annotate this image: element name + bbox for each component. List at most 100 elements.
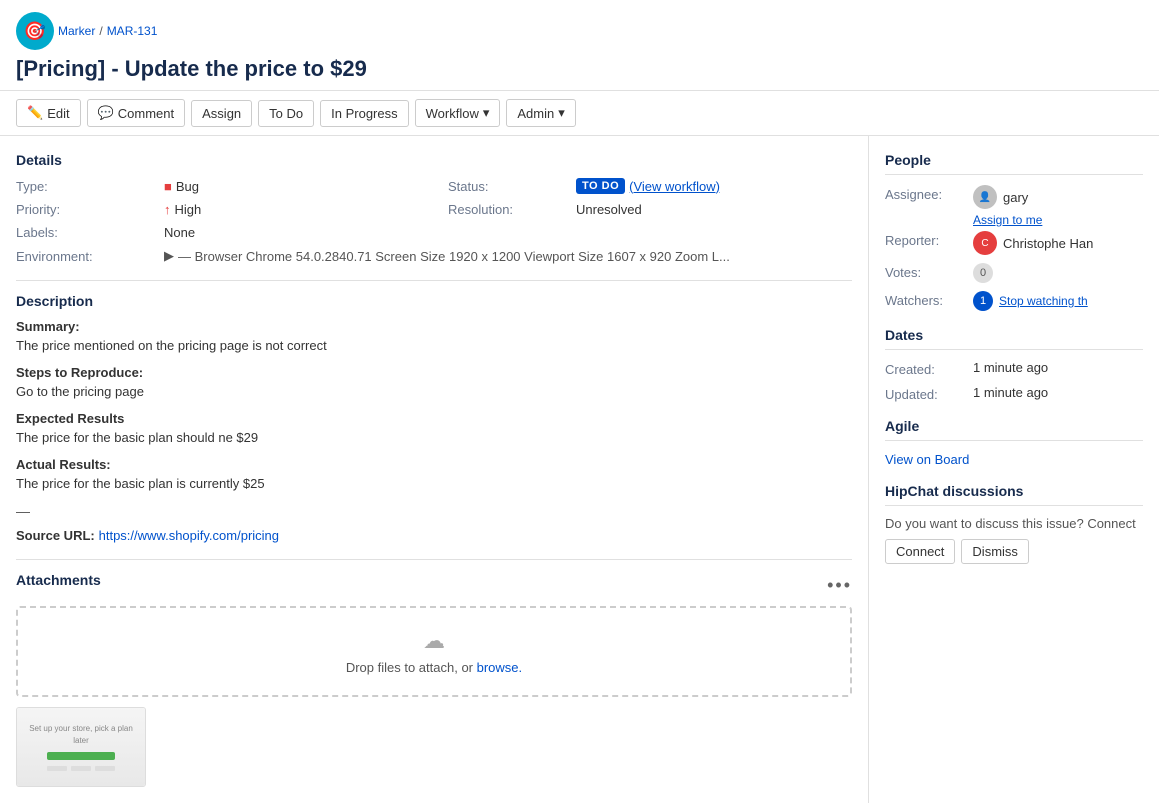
main-content: Details Type: ■ Bug Status: TO DO (View … [0, 136, 869, 803]
created-value: 1 minute ago [973, 360, 1048, 375]
expected-label: Expected Results [16, 411, 852, 426]
votes-value: 0 [973, 263, 993, 283]
thumb-footer-decoration [47, 766, 115, 771]
description-divider [16, 559, 852, 560]
people-title: People [885, 152, 1143, 175]
votes-row: Votes: 0 [885, 263, 1143, 283]
upload-icon: ☁ [38, 628, 830, 654]
votes-label: Votes: [885, 263, 965, 280]
logo-icon: 🎯 [16, 12, 54, 50]
comment-icon: 💬 [98, 105, 114, 121]
watchers-value: 1 Stop watching th [973, 291, 1088, 311]
assign-to-me-link[interactable]: Assign to me [973, 213, 1143, 227]
actual-text: The price for the basic plan is currentl… [16, 476, 852, 491]
type-label: Type: [16, 179, 156, 194]
environment-label: Environment: [16, 249, 156, 264]
hipchat-title: HipChat discussions [885, 483, 1143, 506]
todo-button[interactable]: To Do [258, 100, 314, 127]
hipchat-description: Do you want to discuss this issue? Conne… [885, 516, 1143, 531]
dates-title: Dates [885, 327, 1143, 350]
resolution-label: Resolution: [448, 202, 568, 217]
reporter-label: Reporter: [885, 231, 965, 248]
edit-icon: ✏️ [27, 105, 43, 121]
chevron-right-icon: ▶ [164, 248, 174, 264]
issue-title: [Pricing] - Update the price to $29 [16, 56, 1143, 82]
details-section: Details Type: ■ Bug Status: TO DO (View … [16, 152, 852, 264]
steps-text: Go to the pricing page [16, 384, 852, 399]
attachments-section: Attachments ••• ☁ Drop files to attach, … [16, 572, 852, 787]
priority-value: ↑ High [164, 202, 440, 217]
labels-value: None [164, 225, 440, 240]
labels-label: Labels: [16, 225, 156, 240]
hipchat-section: HipChat discussions Do you want to discu… [885, 483, 1143, 564]
hipchat-buttons: Connect Dismiss [885, 539, 1143, 564]
status-badge: TO DO [576, 178, 625, 194]
details-grid: Type: ■ Bug Status: TO DO (View workflow… [16, 178, 852, 264]
resolution-value: Unresolved [576, 202, 852, 217]
steps-label: Steps to Reproduce: [16, 365, 852, 380]
created-row: Created: 1 minute ago [885, 360, 1143, 377]
drop-text: Drop files to attach, or [346, 660, 473, 675]
assign-button[interactable]: Assign [191, 100, 252, 127]
comment-button[interactable]: 💬 Comment [87, 99, 186, 127]
admin-button[interactable]: Admin ▾ [506, 99, 575, 127]
workflow-button[interactable]: Workflow ▾ [415, 99, 501, 127]
people-section: People Assignee: 👤 gary Assign to me Rep… [885, 152, 1143, 311]
watchers-row: Watchers: 1 Stop watching th [885, 291, 1143, 311]
breadcrumb: 🎯 Marker / MAR-131 [16, 12, 1143, 50]
bug-icon: ■ [164, 179, 172, 194]
agile-section: Agile View on Board [885, 418, 1143, 467]
status-label: Status: [448, 179, 568, 194]
priority-label: Priority: [16, 202, 156, 217]
environment-value: ▶ — Browser Chrome 54.0.2840.71 Screen S… [164, 248, 852, 264]
breadcrumb-project-link[interactable]: Marker [58, 24, 95, 38]
dismiss-button[interactable]: Dismiss [961, 539, 1029, 564]
toolbar: ✏️ Edit 💬 Comment Assign To Do In Progre… [0, 91, 1159, 136]
browse-link[interactable]: browse. [477, 660, 523, 675]
source-url-label: Source URL: [16, 528, 95, 543]
attachments-title: Attachments [16, 572, 101, 588]
assignee-row: Assignee: 👤 gary [885, 185, 1143, 209]
dash-separator: — [16, 503, 852, 519]
details-title: Details [16, 152, 852, 168]
created-label: Created: [885, 360, 965, 377]
summary-label: Summary: [16, 319, 852, 334]
in-progress-button[interactable]: In Progress [320, 100, 408, 127]
attachments-header: Attachments ••• [16, 572, 852, 598]
source-url-row: Source URL: https://www.shopify.com/pric… [16, 527, 852, 543]
assignee-avatar: 👤 [973, 185, 997, 209]
view-on-board-link[interactable]: View on Board [885, 452, 969, 467]
watchers-badge: 1 [973, 291, 993, 311]
chevron-down-icon: ▾ [558, 105, 565, 121]
source-url-link[interactable]: https://www.shopify.com/pricing [99, 528, 279, 543]
sidebar: People Assignee: 👤 gary Assign to me Rep… [869, 136, 1159, 803]
watchers-label: Watchers: [885, 291, 965, 308]
priority-up-icon: ↑ [164, 202, 171, 217]
updated-row: Updated: 1 minute ago [885, 385, 1143, 402]
attachments-menu-button[interactable]: ••• [827, 575, 852, 596]
assignee-value: 👤 gary [973, 185, 1028, 209]
details-divider [16, 280, 852, 281]
connect-button[interactable]: Connect [885, 539, 955, 564]
updated-value: 1 minute ago [973, 385, 1048, 400]
dates-section: Dates Created: 1 minute ago Updated: 1 m… [885, 327, 1143, 402]
summary-text: The price mentioned on the pricing page … [16, 338, 852, 353]
stop-watching-link[interactable]: Stop watching th [999, 294, 1088, 308]
breadcrumb-issue-link[interactable]: MAR-131 [107, 24, 158, 38]
attachment-thumbnail[interactable]: Set up your store, pick a plan later [16, 707, 146, 787]
reporter-row: Reporter: C Christophe Han [885, 231, 1143, 255]
content-wrapper: Details Type: ■ Bug Status: TO DO (View … [0, 136, 1159, 803]
reporter-value: C Christophe Han [973, 231, 1093, 255]
description-title: Description [16, 293, 852, 309]
thumbnail-preview: Set up your store, pick a plan later [17, 708, 145, 786]
drop-zone[interactable]: ☁ Drop files to attach, or browse. [16, 606, 852, 697]
edit-button[interactable]: ✏️ Edit [16, 99, 81, 127]
type-value: ■ Bug [164, 179, 440, 194]
votes-badge: 0 [973, 263, 993, 283]
view-workflow-link[interactable]: (View workflow) [629, 179, 720, 194]
chevron-down-icon: ▾ [483, 105, 490, 121]
reporter-avatar: C [973, 231, 997, 255]
assignee-label: Assignee: [885, 185, 965, 202]
breadcrumb-separator: / [99, 24, 102, 38]
updated-label: Updated: [885, 385, 965, 402]
